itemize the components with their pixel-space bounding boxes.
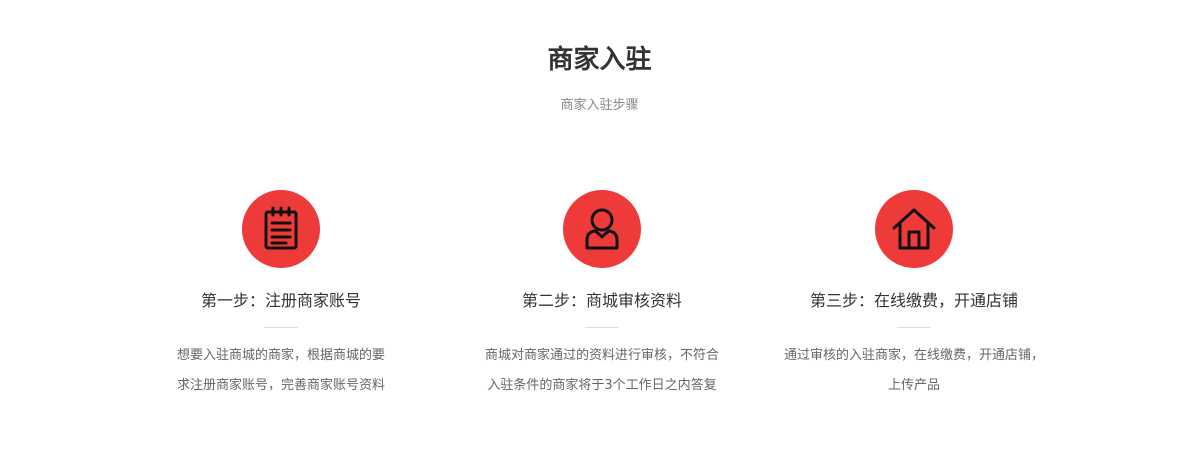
section-subtitle: 商家入驻步骤 bbox=[560, 98, 639, 113]
step-divider bbox=[585, 327, 619, 328]
step-description: 想要入驻商城的商家，根据商城的要 求注册商家账号，完善商家账号资料 bbox=[151, 341, 411, 401]
step-title: 第一步：注册商家账号 bbox=[200, 291, 361, 310]
merchant-entry-section: 商家入驻 商家入驻步骤 第一步：注册商家账号 想要入驻商城的商家，根据商城的要 … bbox=[0, 0, 1199, 450]
step-description-line: 想要入驻商城的商家，根据商城的要 bbox=[176, 348, 385, 363]
step-description-line: 商城对商家通过的资料进行审核，不符合 bbox=[484, 348, 719, 363]
notepad-icon bbox=[264, 206, 298, 250]
step-description-line: 求注册商家账号，完善商家账号资料 bbox=[176, 378, 385, 393]
step-icon-circle bbox=[875, 190, 953, 268]
step-divider bbox=[897, 327, 931, 328]
step-icon-circle bbox=[563, 190, 641, 268]
step-description-line: 上传产品 bbox=[887, 378, 940, 393]
user-icon bbox=[585, 208, 619, 250]
step-card-2: 第二步：商城审核资料 商城对商家通过的资料进行审核，不符合 入驻条件的商家将于3… bbox=[457, 190, 747, 401]
step-card-3: 第三步：在线缴费，开通店铺 通过审核的入驻商家，在线缴费，开通店铺， 上传产品 bbox=[769, 190, 1059, 401]
step-divider bbox=[264, 327, 298, 328]
step-title: 第三步：在线缴费，开通店铺 bbox=[809, 291, 1018, 310]
section-title: 商家入驻 bbox=[547, 45, 652, 75]
step-description-line: 通过审核的入驻商家，在线缴费，开通店铺， bbox=[784, 348, 1045, 363]
step-description-line: 入驻条件的商家将于3个工作日之内答复 bbox=[487, 378, 717, 393]
step-title: 第二步：商城审核资料 bbox=[521, 291, 682, 310]
house-icon bbox=[892, 208, 936, 250]
step-icon-circle bbox=[242, 190, 320, 268]
step-description: 通过审核的入驻商家，在线缴费，开通店铺， 上传产品 bbox=[784, 341, 1044, 401]
step-card-1: 第一步：注册商家账号 想要入驻商城的商家，根据商城的要 求注册商家账号，完善商家… bbox=[136, 190, 426, 401]
step-description: 商城对商家通过的资料进行审核，不符合 入驻条件的商家将于3个工作日之内答复 bbox=[472, 341, 732, 401]
